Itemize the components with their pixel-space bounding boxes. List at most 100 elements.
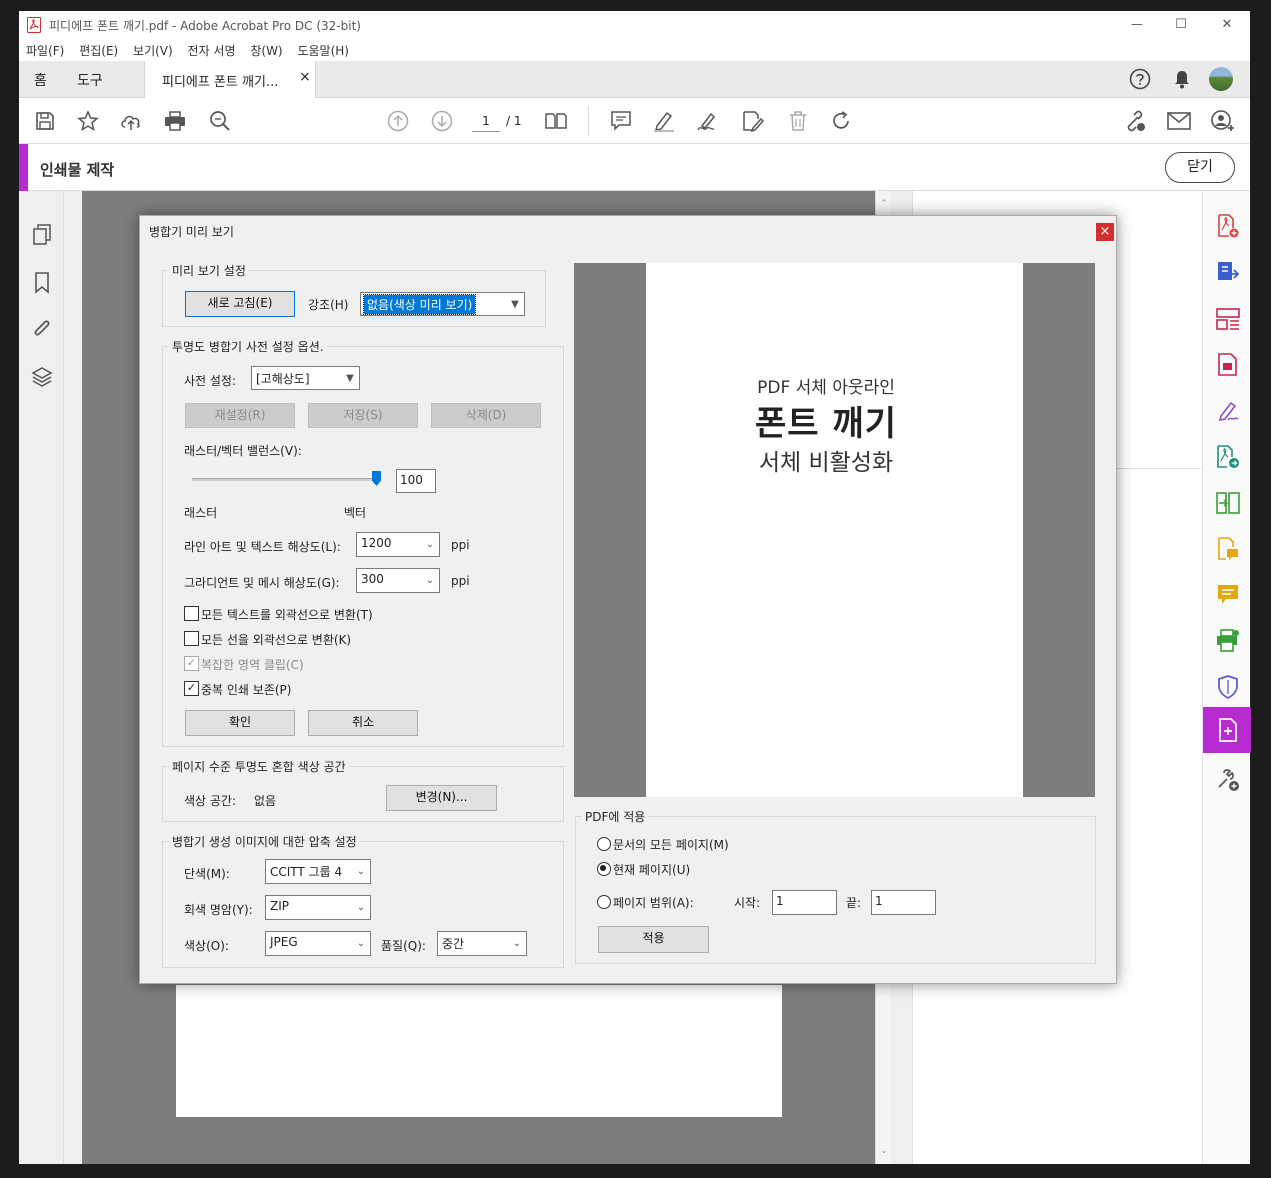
send-for-signature-icon[interactable] bbox=[1215, 444, 1241, 470]
notification-bell-icon[interactable] bbox=[1171, 68, 1193, 90]
attachment-icon[interactable] bbox=[30, 317, 54, 341]
close-window-button[interactable]: ✕ bbox=[1217, 15, 1237, 33]
gradient-resolution-select[interactable]: 300 ⌄ bbox=[356, 568, 440, 593]
monochrome-select[interactable]: CCITT 그룹 4 ⌄ bbox=[265, 859, 371, 884]
save-preset-button[interactable]: 저장(S) bbox=[308, 403, 418, 428]
bookmark-icon[interactable] bbox=[30, 271, 54, 295]
dialog-close-button[interactable]: × bbox=[1096, 223, 1114, 241]
change-blend-space-button[interactable]: 변경(N)... bbox=[386, 785, 497, 811]
menu-edit[interactable]: 편집(E) bbox=[79, 42, 118, 59]
search-icon[interactable] bbox=[208, 109, 232, 133]
previous-page-icon[interactable] bbox=[386, 109, 410, 133]
highlight-select[interactable]: 없음(색상 미리 보기) ▼ bbox=[360, 292, 525, 316]
color-select[interactable]: JPEG ⌄ bbox=[265, 931, 371, 956]
compare-files-icon[interactable] bbox=[1215, 490, 1241, 516]
balance-slider-thumb[interactable] bbox=[372, 471, 381, 486]
page-layout-icon[interactable] bbox=[543, 109, 569, 133]
quality-select[interactable]: 중간 ⌄ bbox=[437, 931, 527, 956]
print-icon[interactable] bbox=[163, 109, 187, 133]
apply-button[interactable]: 적용 bbox=[598, 926, 709, 953]
menu-help[interactable]: 도움말(H) bbox=[297, 42, 349, 59]
preset-select[interactable]: [고해상도] ▼ bbox=[251, 366, 360, 390]
current-page-label: 현재 페이지(U) bbox=[613, 863, 691, 877]
add-user-icon[interactable] bbox=[1210, 109, 1236, 133]
convert-text-outline-checkbox[interactable] bbox=[184, 606, 199, 621]
scroll-down-icon[interactable]: ⌄ bbox=[878, 1146, 890, 1156]
convert-text-outline-label: 모든 텍스트를 외곽선으로 변환(T) bbox=[201, 608, 373, 622]
toolbar-divider bbox=[588, 106, 589, 136]
layers-icon[interactable] bbox=[30, 365, 54, 389]
range-end-label: 끝: bbox=[846, 896, 862, 910]
cloud-upload-icon[interactable] bbox=[119, 109, 143, 133]
protect-shield-icon[interactable] bbox=[1215, 674, 1241, 700]
range-end-input[interactable]: 1 bbox=[871, 890, 936, 915]
tab-document[interactable]: 피디에프 폰트 깨기... × bbox=[144, 61, 316, 98]
preserve-overprint-checkbox[interactable]: ✓ bbox=[184, 681, 199, 696]
page-range-radio[interactable] bbox=[597, 895, 611, 909]
refresh-button[interactable]: 새로 고침(E) bbox=[185, 291, 295, 317]
balance-slider-track[interactable] bbox=[192, 478, 376, 481]
menu-file[interactable]: 파일(F) bbox=[26, 42, 64, 59]
panel-close-button[interactable]: 닫기 bbox=[1165, 152, 1235, 183]
grayscale-select[interactable]: ZIP ⌄ bbox=[265, 895, 371, 920]
menu-esign[interactable]: 전자 서명 bbox=[188, 42, 236, 59]
scroll-up-icon[interactable]: ⌃ bbox=[878, 199, 890, 209]
current-page-radio[interactable] bbox=[597, 862, 611, 876]
email-icon[interactable] bbox=[1166, 109, 1192, 133]
grayscale-value: ZIP bbox=[270, 899, 289, 913]
line-resolution-value: 1200 bbox=[361, 536, 392, 550]
next-page-icon[interactable] bbox=[430, 109, 454, 133]
help-icon[interactable] bbox=[1129, 68, 1151, 90]
all-pages-radio[interactable] bbox=[597, 837, 611, 851]
create-pdf-icon[interactable] bbox=[1215, 213, 1241, 239]
main-toolbar: 1 / 1 bbox=[19, 98, 1250, 144]
highlight-pen-icon[interactable] bbox=[652, 109, 676, 133]
tab-tools[interactable]: 도구 bbox=[77, 70, 103, 90]
range-start-input[interactable]: 1 bbox=[772, 890, 837, 915]
convert-strokes-outline-checkbox[interactable] bbox=[184, 631, 199, 646]
maximize-button[interactable]: ☐ bbox=[1171, 15, 1191, 33]
save-icon[interactable] bbox=[33, 109, 57, 133]
clip-complex-regions-checkbox[interactable]: ✓ bbox=[184, 656, 199, 671]
rotate-icon[interactable] bbox=[829, 109, 853, 133]
menu-window[interactable]: 창(W) bbox=[250, 42, 282, 59]
quality-label: 품질(Q): bbox=[381, 939, 426, 953]
page-thumbnails-icon[interactable] bbox=[30, 223, 54, 247]
edit-document-icon[interactable] bbox=[740, 109, 766, 133]
draw-sign-icon[interactable] bbox=[696, 109, 720, 133]
comment-icon[interactable] bbox=[609, 109, 633, 133]
ok-button[interactable]: 확인 bbox=[185, 710, 295, 736]
preview-line3: 서체 비활성화 bbox=[758, 450, 894, 476]
panel-accent-strip bbox=[19, 144, 28, 191]
user-avatar[interactable] bbox=[1209, 67, 1233, 91]
delete-icon[interactable] bbox=[786, 109, 810, 133]
star-icon[interactable] bbox=[76, 109, 100, 133]
comment-icon-yellow[interactable] bbox=[1215, 582, 1241, 608]
delete-preset-button[interactable]: 삭제(D) bbox=[431, 403, 541, 428]
organize-pages-icon[interactable] bbox=[1215, 306, 1241, 332]
comment-document-icon[interactable] bbox=[1215, 536, 1241, 562]
line-resolution-select[interactable]: 1200 ⌄ bbox=[356, 532, 440, 557]
tab-close-icon[interactable]: × bbox=[299, 69, 311, 85]
print-production-tool-active[interactable] bbox=[1203, 707, 1251, 753]
balance-label: 래스터/벡터 밸런스(V): bbox=[184, 444, 302, 458]
title-bar: 피디에프 폰트 깨기.pdf - Adobe Acrobat Pro DC (3… bbox=[19, 11, 1250, 39]
highlight-label: 강조(H) bbox=[308, 298, 349, 312]
balance-value-input[interactable]: 100 bbox=[396, 469, 436, 493]
blend-space-group: 페이지 수준 투명도 혼합 색상 공간 색상 공간: 없음 변경(N)... bbox=[162, 758, 564, 822]
edit-pdf-form-icon[interactable] bbox=[1215, 352, 1241, 378]
page-number-input[interactable]: 1 bbox=[472, 110, 500, 132]
minimize-button[interactable]: — bbox=[1127, 15, 1147, 33]
share-link-icon[interactable] bbox=[1122, 109, 1148, 133]
cancel-button[interactable]: 취소 bbox=[308, 710, 418, 736]
menu-view[interactable]: 보기(V) bbox=[133, 42, 173, 59]
flattener-preset-legend: 투명도 병합기 사전 설정 옵션. bbox=[169, 338, 327, 355]
reset-button[interactable]: 재설정(R) bbox=[185, 403, 295, 428]
export-pdf-icon[interactable] bbox=[1215, 259, 1241, 285]
window-title: 피디에프 폰트 깨기.pdf - Adobe Acrobat Pro DC (3… bbox=[49, 19, 361, 33]
tab-home[interactable]: 홈 bbox=[34, 70, 47, 90]
more-tools-icon[interactable] bbox=[1215, 767, 1241, 793]
fill-sign-icon[interactable] bbox=[1215, 398, 1241, 424]
scan-ocr-icon[interactable] bbox=[1215, 628, 1241, 654]
all-pages-label: 문서의 모든 페이지(M) bbox=[613, 838, 729, 852]
